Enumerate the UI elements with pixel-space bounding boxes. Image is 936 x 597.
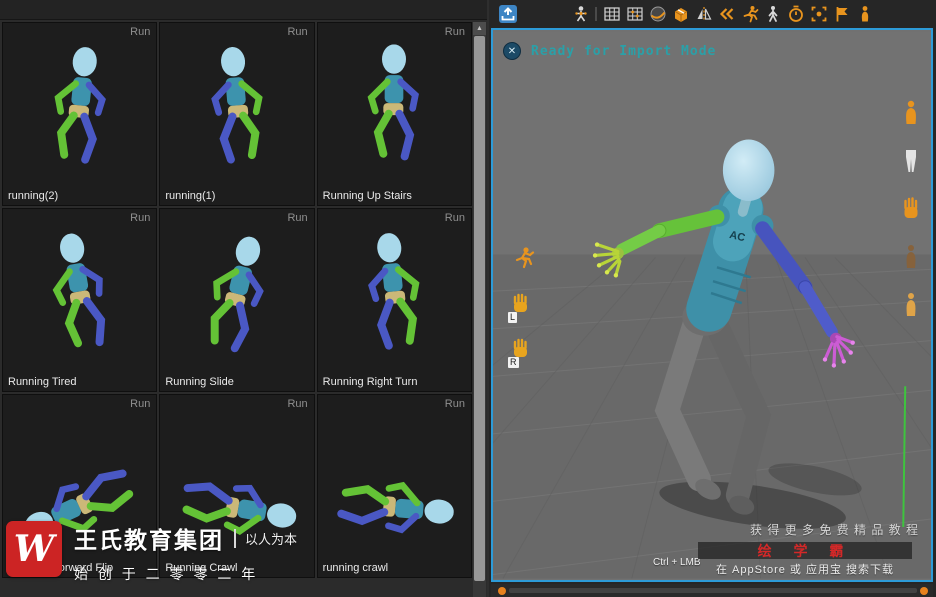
- h-scrollbar-track[interactable]: [509, 588, 917, 593]
- package-icon[interactable]: [669, 3, 692, 26]
- flag-icon[interactable]: [830, 3, 853, 26]
- animation-item-running-2[interactable]: Run running(2): [2, 22, 158, 206]
- animation-label: running(1): [165, 190, 216, 202]
- status-row: ✕ Ready for Import Mode: [503, 42, 716, 60]
- animation-thumbnail: [354, 44, 434, 164]
- watermark-logo: W: [6, 521, 62, 577]
- toolbar-separator: [595, 7, 597, 21]
- watermark-brand: 王氏教育集团: [74, 527, 224, 553]
- animation-item-running-right-turn[interactable]: Run Running Right Turn: [316, 208, 472, 392]
- hand-part-icon[interactable]: [901, 196, 921, 227]
- watermark: W 王氏教育集团 以人为本 始 创 于 二 零 零 二 年: [6, 521, 297, 584]
- animation-thumbnail: [348, 229, 440, 357]
- tan-body-icon[interactable]: [901, 292, 921, 323]
- category-badge: Run: [287, 398, 308, 410]
- watermark-slogan: 以人为本: [234, 528, 297, 548]
- library-scrollbar[interactable]: ▲: [473, 22, 486, 597]
- category-badge: Run: [287, 26, 308, 38]
- run-pose-icon[interactable]: [513, 246, 535, 275]
- body-part-column: [901, 100, 921, 323]
- animation-label: Running Right Turn: [322, 376, 418, 388]
- animation-label: running(2): [8, 190, 59, 202]
- animation-label: Running Tired: [8, 376, 77, 388]
- category-badge: Run: [444, 26, 465, 38]
- viewport-toolbar: [489, 0, 936, 28]
- animation-thumbnail: [192, 44, 282, 171]
- animation-item-running-1[interactable]: Run running(1): [159, 22, 315, 206]
- category-badge: Run: [130, 212, 151, 224]
- animation-item-running-crawl-2[interactable]: Run running crawl: [316, 394, 472, 578]
- animation-library-panel: Run running(2) Run running(1) Run Runnin…: [0, 0, 487, 597]
- animation-item-running-up-stairs[interactable]: Run Running Up Stairs: [316, 22, 472, 206]
- animation-item-running-tired[interactable]: Run Running Tired: [2, 208, 158, 392]
- promo-brand-bar: 绘 学 霸: [698, 542, 912, 559]
- dark-body-icon[interactable]: [901, 244, 921, 275]
- category-badge: Run: [444, 398, 465, 410]
- animation-item-running-slide[interactable]: Run Running Slide: [159, 208, 315, 392]
- close-status-icon[interactable]: ✕: [503, 42, 521, 60]
- left-hand-icon[interactable]: L: [508, 293, 531, 323]
- animation-thumbnail-grid: Run running(2) Run running(1) Run Runnin…: [2, 22, 472, 578]
- scroll-right-handle[interactable]: [920, 587, 928, 595]
- character-rig-icon[interactable]: [569, 3, 592, 26]
- promo-brand-text: 绘 学 霸: [757, 542, 853, 559]
- scene-canvas[interactable]: AC: [493, 30, 931, 580]
- animation-thumbnail: [30, 227, 130, 359]
- category-badge: Run: [130, 26, 151, 38]
- animation-label: Running Slide: [165, 376, 234, 388]
- back-chevrons-icon[interactable]: [715, 3, 738, 26]
- category-badge: Run: [130, 398, 151, 410]
- timer-icon[interactable]: [784, 3, 807, 26]
- scrollbar-thumb[interactable]: [474, 36, 485, 581]
- import-icon[interactable]: [496, 3, 519, 26]
- run-cycle-icon[interactable]: [738, 3, 761, 26]
- grid-dots-icon[interactable]: [623, 3, 646, 26]
- 3d-viewport[interactable]: AC ✕ Ready for Import Mode L R Ctrl + LM…: [491, 28, 933, 582]
- animation-app-window: Run running(2) Run running(1) Run Runnin…: [0, 0, 936, 597]
- capture-frame-icon[interactable]: [807, 3, 830, 26]
- animation-thumbnail: [184, 227, 291, 363]
- scroll-left-handle[interactable]: [498, 587, 506, 595]
- right-hand-label: R: [508, 357, 519, 368]
- viewport-panel: AC ✕ Ready for Import Mode L R Ctrl + LM…: [489, 0, 936, 597]
- grid-icon[interactable]: [600, 3, 623, 26]
- promo-line2: 在 AppStore 或 应用宝 搜索下载: [715, 564, 895, 576]
- animation-thumbnail: [34, 43, 126, 171]
- category-badge: Run: [444, 212, 465, 224]
- full-body-icon[interactable]: [901, 100, 921, 131]
- library-header-bar: [0, 0, 487, 20]
- right-hand-icon[interactable]: R: [508, 338, 531, 368]
- animation-label: running crawl: [322, 562, 389, 574]
- promo-line1: 获 得 更 多 免 费 精 品 教 程: [749, 523, 919, 537]
- watermark-founded: 始 创 于 二 零 零 二 年: [74, 566, 259, 582]
- mirror-icon[interactable]: [692, 3, 715, 26]
- animation-label: Running Up Stairs: [322, 190, 412, 202]
- scroll-up-button[interactable]: ▲: [473, 22, 486, 35]
- sphere-icon[interactable]: [646, 3, 669, 26]
- lower-body-icon[interactable]: [901, 148, 921, 179]
- walk-cycle-icon[interactable]: [761, 3, 784, 26]
- left-hand-label: L: [508, 312, 518, 323]
- status-text: Ready for Import Mode: [531, 43, 717, 59]
- mannequin-icon[interactable]: [853, 3, 876, 26]
- viewport-h-scrollbar[interactable]: [491, 584, 933, 597]
- animation-thumbnail: [331, 463, 458, 553]
- category-badge: Run: [287, 212, 308, 224]
